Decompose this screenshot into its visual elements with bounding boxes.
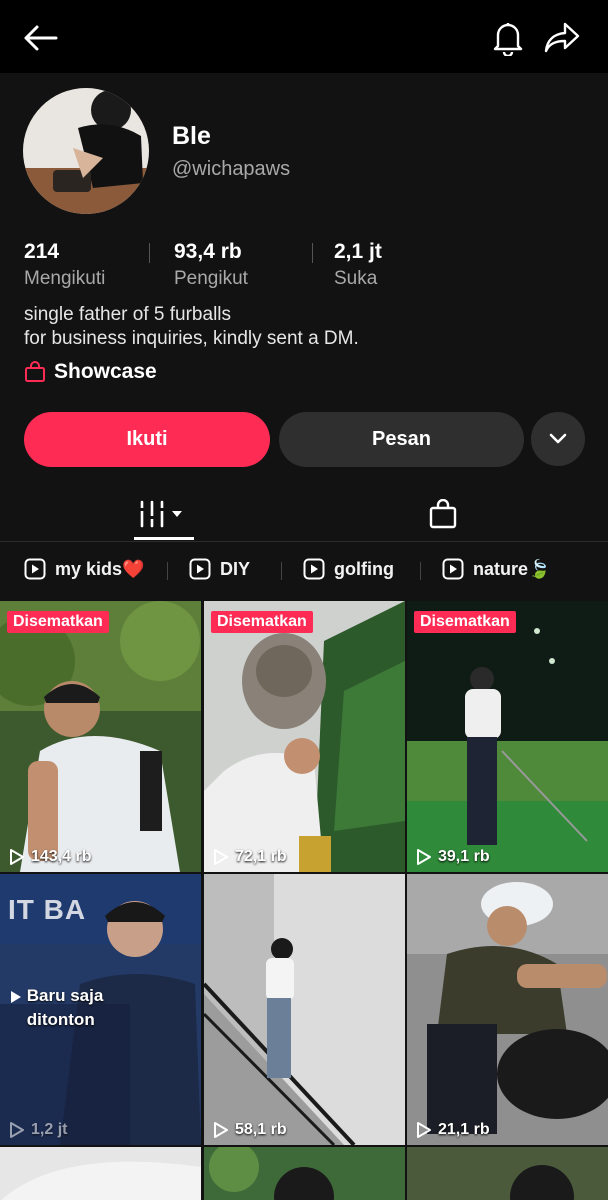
- playlist-label: golfing: [334, 558, 394, 579]
- play-outline-icon: [10, 849, 24, 865]
- thumbnail-image: [407, 601, 608, 872]
- divider: [312, 243, 313, 263]
- stat-label: Pengikut: [174, 268, 248, 289]
- view-count: 39,1 rb: [416, 848, 490, 866]
- content-tabs: [0, 486, 608, 542]
- playlist-my-kids[interactable]: my kids❤️: [24, 558, 144, 580]
- play-outline-icon: [214, 849, 228, 865]
- thumbnail-image: [0, 1147, 201, 1200]
- playlist-bar: my kids❤️ DIY golfing nature🍃: [0, 548, 608, 592]
- playlist-label: my kids❤️: [55, 558, 145, 579]
- active-tab-indicator: [134, 537, 194, 540]
- playlist-diy[interactable]: DIY: [189, 558, 250, 580]
- play-solid-icon: [11, 990, 21, 1003]
- shopping-bag-icon: [25, 361, 45, 382]
- share-button[interactable]: [540, 16, 584, 60]
- showcase-label: Showcase: [54, 360, 157, 383]
- follow-button[interactable]: Ikuti: [24, 412, 270, 467]
- play-outline-icon: [214, 1122, 228, 1138]
- video-thumbnail[interactable]: IT BA Baru saja ditonton 1,2 jt: [0, 874, 201, 1145]
- profile-handle: @wichapaws: [172, 158, 291, 180]
- play-square-icon: [189, 558, 211, 580]
- video-thumbnail[interactable]: Disematkan 39,1 rb: [407, 601, 608, 872]
- play-square-icon: [24, 558, 46, 580]
- play-outline-icon: [417, 1122, 431, 1138]
- stat-followers[interactable]: 93,4 rb Pengikut: [174, 240, 248, 290]
- play-outline-icon: [417, 849, 431, 865]
- stat-following[interactable]: 214 Mengikuti: [24, 240, 105, 290]
- stat-value: 214: [24, 240, 60, 263]
- stat-label: Mengikuti: [24, 268, 106, 289]
- profile-bio: single father of 5 furballs for business…: [24, 303, 359, 351]
- video-thumbnail[interactable]: Disematkan 72,1 rb: [204, 601, 405, 872]
- showcase-link[interactable]: Showcase: [24, 360, 157, 384]
- thumbnail-image: [204, 874, 405, 1145]
- video-thumbnail[interactable]: 58,1 rb: [204, 874, 405, 1145]
- chevron-down-icon: [549, 433, 567, 444]
- stat-likes[interactable]: 2,1 jt Suka: [334, 240, 382, 290]
- video-thumbnail[interactable]: Disematkan 143,4 rb: [0, 601, 201, 872]
- bio-line: single father of 5 furballs: [24, 304, 232, 325]
- thumbnail-image: [0, 601, 201, 872]
- divider: [167, 562, 168, 580]
- tab-videos[interactable]: [130, 486, 196, 542]
- thumbnail-banner: IT BA: [8, 894, 87, 925]
- play-outline-icon: [10, 1122, 24, 1138]
- video-thumbnail[interactable]: 21,1 rb: [407, 874, 608, 1145]
- recently-watched-label: Baru saja ditonton: [10, 984, 127, 1032]
- view-count: 58,1 rb: [213, 1121, 287, 1139]
- playlist-nature[interactable]: nature🍃: [442, 558, 550, 580]
- tab-showcase[interactable]: [410, 486, 476, 542]
- arrow-left-icon: [24, 25, 58, 51]
- pinned-badge: Disematkan: [414, 611, 516, 633]
- view-count: 1,2 jt: [9, 1121, 67, 1139]
- thumbnail-image: [204, 601, 405, 872]
- pinned-badge: Disematkan: [211, 611, 313, 633]
- stat-value: 93,4 rb: [174, 240, 242, 263]
- pinned-badge: Disematkan: [7, 611, 109, 633]
- playlist-golfing[interactable]: golfing: [303, 558, 394, 580]
- play-square-icon: [303, 558, 325, 580]
- view-count: 72,1 rb: [213, 848, 287, 866]
- thumbnail-image: [407, 874, 608, 1145]
- video-grid-icon: [139, 500, 182, 528]
- view-count: 143,4 rb: [9, 848, 91, 866]
- play-square-icon: [442, 558, 464, 580]
- video-thumbnail[interactable]: [0, 1147, 201, 1200]
- video-thumbnail[interactable]: [407, 1147, 608, 1200]
- stat-label: Suka: [334, 268, 378, 289]
- avatar[interactable]: [23, 88, 149, 214]
- bell-icon: [493, 23, 523, 56]
- playlist-label: DIY: [220, 558, 251, 579]
- divider: [281, 562, 282, 580]
- video-thumbnail[interactable]: [204, 1147, 405, 1200]
- profile-name: Ble: [172, 122, 211, 150]
- shopping-bag-icon: [429, 499, 457, 529]
- more-options-button[interactable]: [531, 412, 585, 466]
- divider: [420, 562, 421, 580]
- message-button[interactable]: Pesan: [279, 412, 524, 467]
- top-bar: [0, 0, 608, 73]
- divider: [149, 243, 150, 263]
- stat-value: 2,1 jt: [334, 240, 382, 263]
- playlist-label: nature🍃: [473, 558, 551, 579]
- view-count: 21,1 rb: [416, 1121, 490, 1139]
- back-button[interactable]: [18, 16, 62, 60]
- thumbnail-image: [204, 1147, 405, 1200]
- notification-button[interactable]: [486, 16, 530, 60]
- thumbnail-image: [407, 1147, 608, 1200]
- share-icon: [544, 22, 580, 53]
- bio-line: for business inquiries, kindly sent a DM…: [24, 328, 359, 349]
- video-grid: Disematkan 143,4 rb Disematkan 72,1 rb D…: [0, 601, 608, 1200]
